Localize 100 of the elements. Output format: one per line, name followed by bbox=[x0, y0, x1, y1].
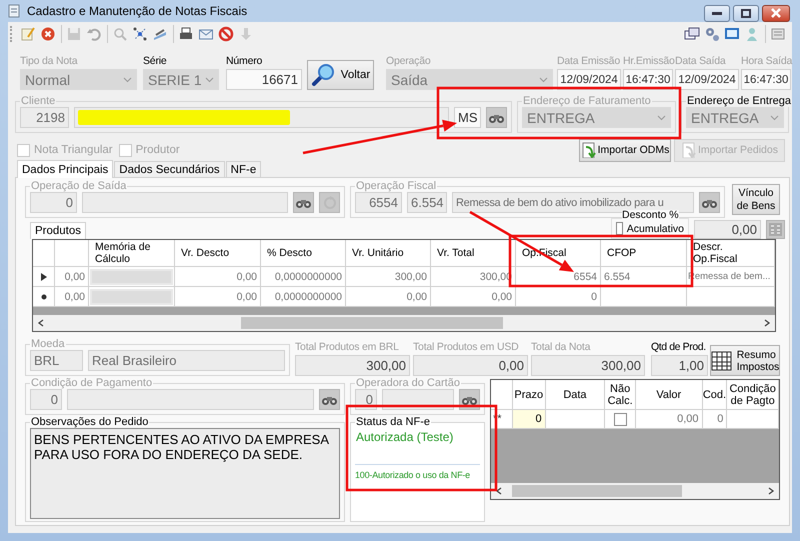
chevron-icon[interactable] bbox=[124, 77, 132, 82]
calculator-button[interactable] bbox=[766, 220, 785, 239]
input-field[interactable] bbox=[82, 192, 288, 213]
scroll-left-icon[interactable] bbox=[495, 487, 503, 495]
checkbox[interactable] bbox=[614, 412, 627, 426]
scrollbar-thumb[interactable] bbox=[512, 485, 682, 497]
memo-field[interactable] bbox=[90, 288, 173, 304]
checkbox[interactable] bbox=[616, 222, 623, 235]
import-icon bbox=[580, 142, 596, 158]
group-label: Endereço de Faturamento bbox=[522, 95, 652, 107]
link-assets-button[interactable]: Vínculo de Bens bbox=[732, 184, 780, 215]
windows-icon[interactable] bbox=[684, 26, 700, 42]
table-cell: 0 bbox=[702, 410, 728, 429]
field-label: Total Produtos em USD bbox=[413, 341, 520, 354]
tax-summary-button[interactable]: Resumo Impostos bbox=[710, 345, 780, 376]
scroll-left-icon[interactable] bbox=[37, 319, 45, 327]
tab[interactable]: Dados Principais bbox=[17, 160, 114, 178]
network-icon[interactable] bbox=[132, 26, 148, 42]
group-label: Desconto % bbox=[622, 210, 679, 221]
tab[interactable]: Produtos bbox=[30, 222, 86, 239]
table-cell[interactable]: 0 bbox=[512, 410, 546, 429]
calculator-icon bbox=[769, 223, 782, 236]
chevron-icon[interactable] bbox=[540, 77, 548, 82]
table-cell: 0,0000000000 bbox=[261, 287, 346, 307]
printer-icon[interactable] bbox=[178, 26, 194, 42]
lookup-button[interactable] bbox=[486, 107, 507, 128]
input-field[interactable]: 1,00 bbox=[651, 355, 708, 376]
import-icon bbox=[681, 142, 696, 158]
row-header[interactable] bbox=[33, 287, 55, 307]
input-field[interactable] bbox=[67, 389, 314, 410]
input-field[interactable]: 0 bbox=[30, 192, 77, 213]
magnifier-icon bbox=[310, 63, 337, 87]
field-label: Data Saída bbox=[675, 55, 727, 68]
group-label: Operação Fiscal bbox=[355, 180, 438, 192]
group-label: Endereço de Entrega bbox=[686, 95, 792, 107]
minimize-button[interactable] bbox=[704, 4, 730, 22]
undo-icon[interactable] bbox=[86, 26, 102, 42]
minimize-icon bbox=[712, 11, 722, 15]
memo-field[interactable] bbox=[90, 268, 173, 284]
field-label: Operação bbox=[386, 55, 432, 68]
note-icon[interactable] bbox=[20, 26, 36, 42]
app-icon bbox=[8, 4, 20, 18]
input-field[interactable]: MS bbox=[454, 107, 481, 128]
table-icon bbox=[710, 350, 733, 372]
checkbox-label: Produtor bbox=[136, 144, 180, 156]
input-field[interactable]: Real Brasileiro bbox=[88, 350, 285, 371]
current-row-icon bbox=[40, 272, 46, 280]
input-field[interactable]: 2198 bbox=[20, 107, 69, 128]
table-cell: 0,00 bbox=[636, 410, 702, 429]
field-label: Tipo da Nota bbox=[20, 55, 79, 68]
chevron-icon[interactable] bbox=[770, 115, 778, 120]
monitor-icon[interactable] bbox=[724, 26, 740, 42]
input-field[interactable] bbox=[74, 107, 449, 128]
chevron-icon[interactable] bbox=[206, 77, 214, 82]
scroll-right-icon[interactable] bbox=[767, 487, 775, 495]
tab[interactable]: NF-e bbox=[226, 161, 262, 177]
input-field[interactable]: 6.554 bbox=[407, 192, 447, 213]
input-field[interactable]: 16671 bbox=[226, 69, 302, 90]
table-cell[interactable] bbox=[727, 410, 779, 429]
maximize-button[interactable] bbox=[733, 4, 759, 22]
lookup-button[interactable] bbox=[293, 192, 314, 213]
input-field[interactable]: 0,00 bbox=[694, 220, 761, 239]
status-text: Autorizada (Teste) bbox=[355, 429, 454, 444]
table-cell: 0,00 bbox=[346, 287, 431, 307]
lookup-button[interactable] bbox=[699, 192, 720, 213]
table-cell: 0,00 bbox=[431, 287, 516, 307]
field-label: Número bbox=[226, 55, 264, 68]
input-field[interactable]: 6554 bbox=[355, 192, 402, 213]
group-label: Condição de Pagamento bbox=[30, 377, 154, 389]
notes-field[interactable]: BENS PERTENCENTES AO ATIVO DA EMPRESA PARA USO FORA DO ENDEREÇO DA SEDE. bbox=[30, 428, 340, 519]
field-label: Série bbox=[143, 55, 168, 68]
panel-icon[interactable] bbox=[770, 26, 786, 42]
table-cell: 0,00 bbox=[175, 287, 261, 307]
back-button[interactable]: Voltar bbox=[307, 60, 374, 90]
group-label: Status da NF-e bbox=[355, 416, 431, 428]
gear-icon[interactable] bbox=[704, 26, 720, 42]
field-label: Total da Nota bbox=[531, 341, 592, 354]
input-field[interactable]: 0 bbox=[30, 389, 62, 410]
tab[interactable]: Dados Secundários bbox=[114, 161, 225, 177]
field-label: Hr.Emissão bbox=[623, 55, 673, 68]
group-label: Cliente bbox=[20, 95, 56, 107]
no-sign-icon[interactable] bbox=[218, 26, 234, 42]
group-label: Operadora do Cartão bbox=[355, 377, 461, 389]
input-field[interactable]: BRL bbox=[30, 350, 83, 371]
window-title: Cadastro e Manutenção de Notas Fiscais bbox=[27, 4, 248, 18]
table-cell: 0 bbox=[516, 287, 601, 307]
close-circle-icon[interactable] bbox=[40, 26, 56, 42]
scroll-right-icon[interactable] bbox=[763, 319, 771, 327]
field-label: Total Produtos em BRL bbox=[295, 341, 400, 354]
table-cell: 0,00 bbox=[55, 287, 89, 307]
group-label: Observações do Pedido bbox=[30, 416, 150, 428]
close-button[interactable] bbox=[762, 4, 790, 22]
table-cell[interactable] bbox=[546, 410, 606, 429]
field-label: Qtd de Prod. bbox=[651, 341, 707, 354]
lookup-button[interactable] bbox=[319, 389, 340, 410]
import-button[interactable]: Importar ODMs bbox=[579, 138, 671, 162]
chevron-icon[interactable] bbox=[658, 115, 666, 120]
group-label: Moeda bbox=[30, 338, 66, 350]
scrollbar-thumb[interactable] bbox=[241, 317, 503, 329]
checkbox-label: Acumulativo bbox=[626, 222, 684, 234]
